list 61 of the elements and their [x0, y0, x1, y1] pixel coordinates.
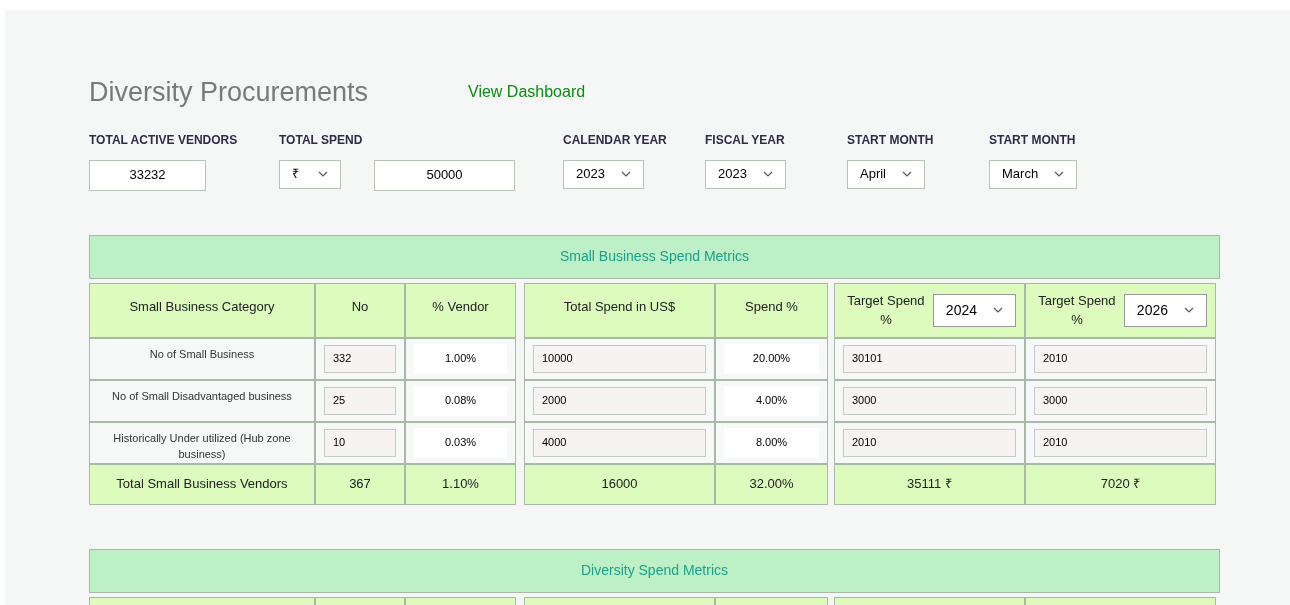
input-field[interactable]: 2010 — [1034, 344, 1207, 373]
page-title: Diversity Procurements — [89, 76, 370, 109]
row-label: Historically Under utilized (Hub zone business) — [89, 421, 315, 464]
dropdown[interactable]: ₹ — [279, 159, 341, 189]
row-label: No of Small Disadvantaged business — [89, 379, 315, 422]
input-field[interactable]: 10 — [324, 428, 396, 457]
input-field[interactable]: 2010 — [1034, 428, 1207, 457]
dropdown[interactable]: April — [847, 159, 925, 189]
percent-value: 0.08% — [414, 385, 507, 416]
percent-value: 20.00% — [724, 343, 819, 374]
input-field[interactable]: 33232 — [89, 159, 206, 191]
section-header: Diversity Spend Metrics — [89, 548, 1220, 593]
chevron-down-icon — [993, 307, 1003, 313]
filter-label: TOTAL ACTIVE VENDORS — [89, 131, 239, 149]
dropdown[interactable]: 2023 — [705, 159, 786, 189]
input-field[interactable]: 50000 — [374, 159, 515, 191]
input-field[interactable]: 10000 — [533, 344, 706, 373]
total-label: Total Small Business Vendors — [89, 463, 315, 505]
row-label: No of Small Business — [89, 337, 315, 380]
input-field[interactable]: 3000 — [1034, 386, 1207, 415]
chevron-down-icon — [1054, 171, 1065, 177]
chevron-down-icon — [902, 171, 912, 177]
column-header: Small Business Category — [89, 282, 315, 338]
input-field[interactable]: 332 — [324, 344, 396, 373]
chevron-down-icon — [1184, 307, 1194, 313]
column-header: % Vendor — [405, 282, 516, 338]
dropdown[interactable]: March — [989, 159, 1078, 189]
total-value: 7020 ₹ — [1025, 463, 1216, 505]
column-header: No — [315, 282, 405, 338]
total-value: 16000 — [524, 463, 715, 505]
column-header: Total Spend in US$ — [524, 282, 715, 338]
total-value: 1.10% — [405, 463, 516, 505]
input-field[interactable]: 4000 — [533, 428, 706, 457]
input-field[interactable]: 3000 — [843, 386, 1016, 415]
total-value: 35111 ₹ — [834, 463, 1025, 505]
column-header: Target Spend % — [1037, 291, 1117, 329]
chevron-down-icon — [762, 171, 773, 177]
filter-label: START MONTH — [847, 131, 935, 149]
percent-value: 4.00% — [724, 385, 819, 416]
year-dropdown[interactable]: 2026 — [1123, 293, 1207, 327]
column-header: Spend % — [715, 282, 828, 338]
view-dashboard-link[interactable]: View Dashboard — [468, 80, 586, 105]
percent-value: 8.00% — [724, 427, 819, 458]
section-header: Small Business Spend Metrics — [89, 234, 1220, 279]
column-header: Target Spend % — [846, 291, 926, 329]
filter-label: TOTAL SPEND — [279, 131, 364, 149]
total-value: 32.00% — [715, 463, 828, 505]
percent-value: 0.03% — [414, 427, 507, 458]
filter-label: START MONTH — [989, 131, 1077, 149]
chevron-down-icon — [318, 171, 328, 177]
filter-label: FISCAL YEAR — [705, 131, 786, 149]
percent-value: 1.00% — [414, 343, 507, 374]
total-value: 367 — [315, 463, 405, 505]
dropdown[interactable]: 2023 — [563, 159, 644, 189]
year-dropdown[interactable]: 2024 — [932, 293, 1016, 327]
input-field[interactable]: 30101 — [843, 344, 1016, 373]
input-field[interactable]: 2000 — [533, 386, 706, 415]
input-field[interactable]: 2010 — [843, 428, 1016, 457]
chevron-down-icon — [620, 171, 631, 177]
input-field[interactable]: 25 — [324, 386, 396, 415]
filter-label: CALENDAR YEAR — [563, 131, 668, 149]
